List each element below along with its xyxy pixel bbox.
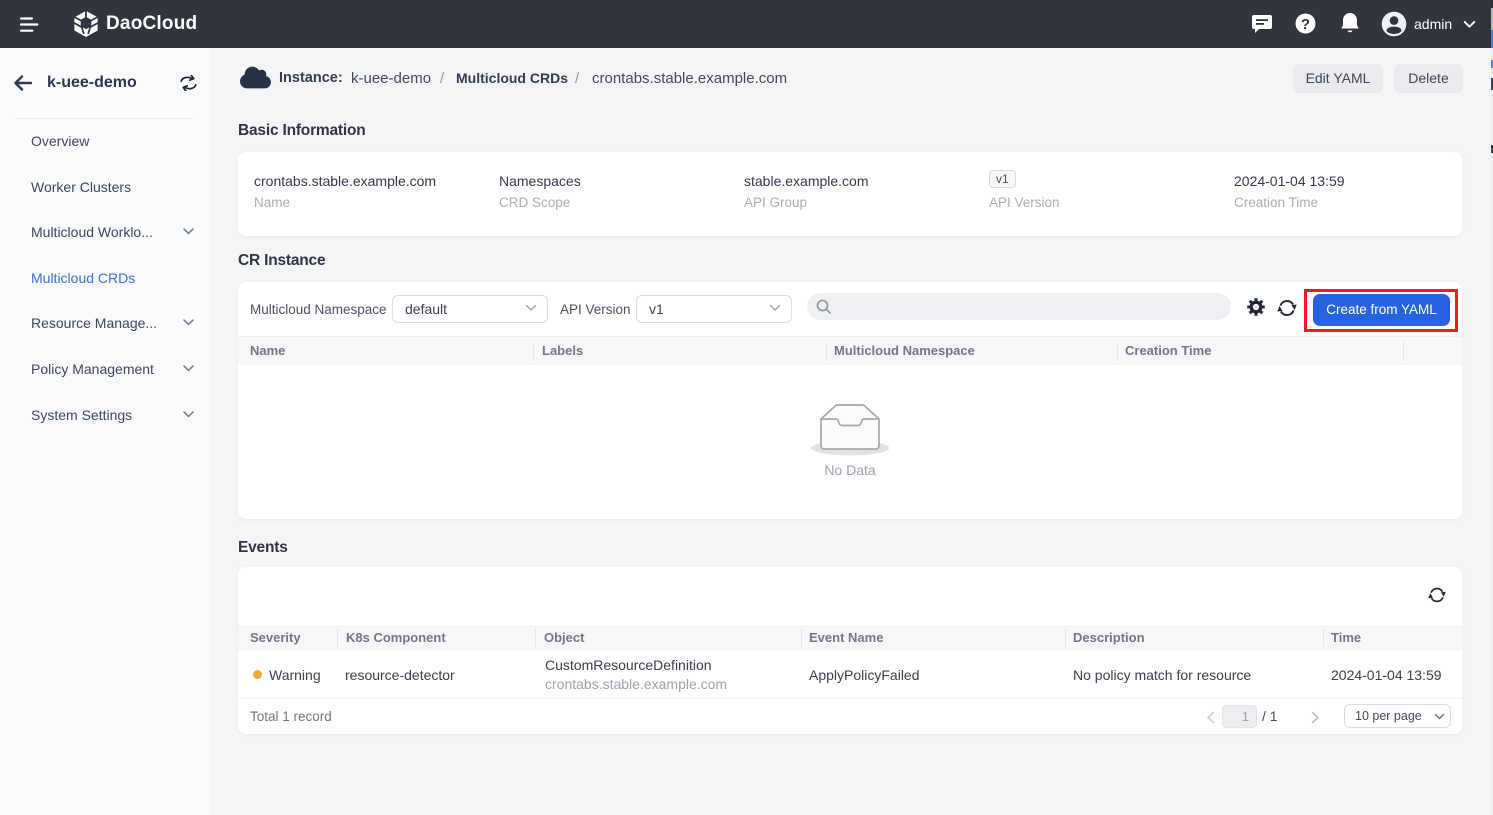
svg-text:?: ? bbox=[1301, 16, 1310, 33]
